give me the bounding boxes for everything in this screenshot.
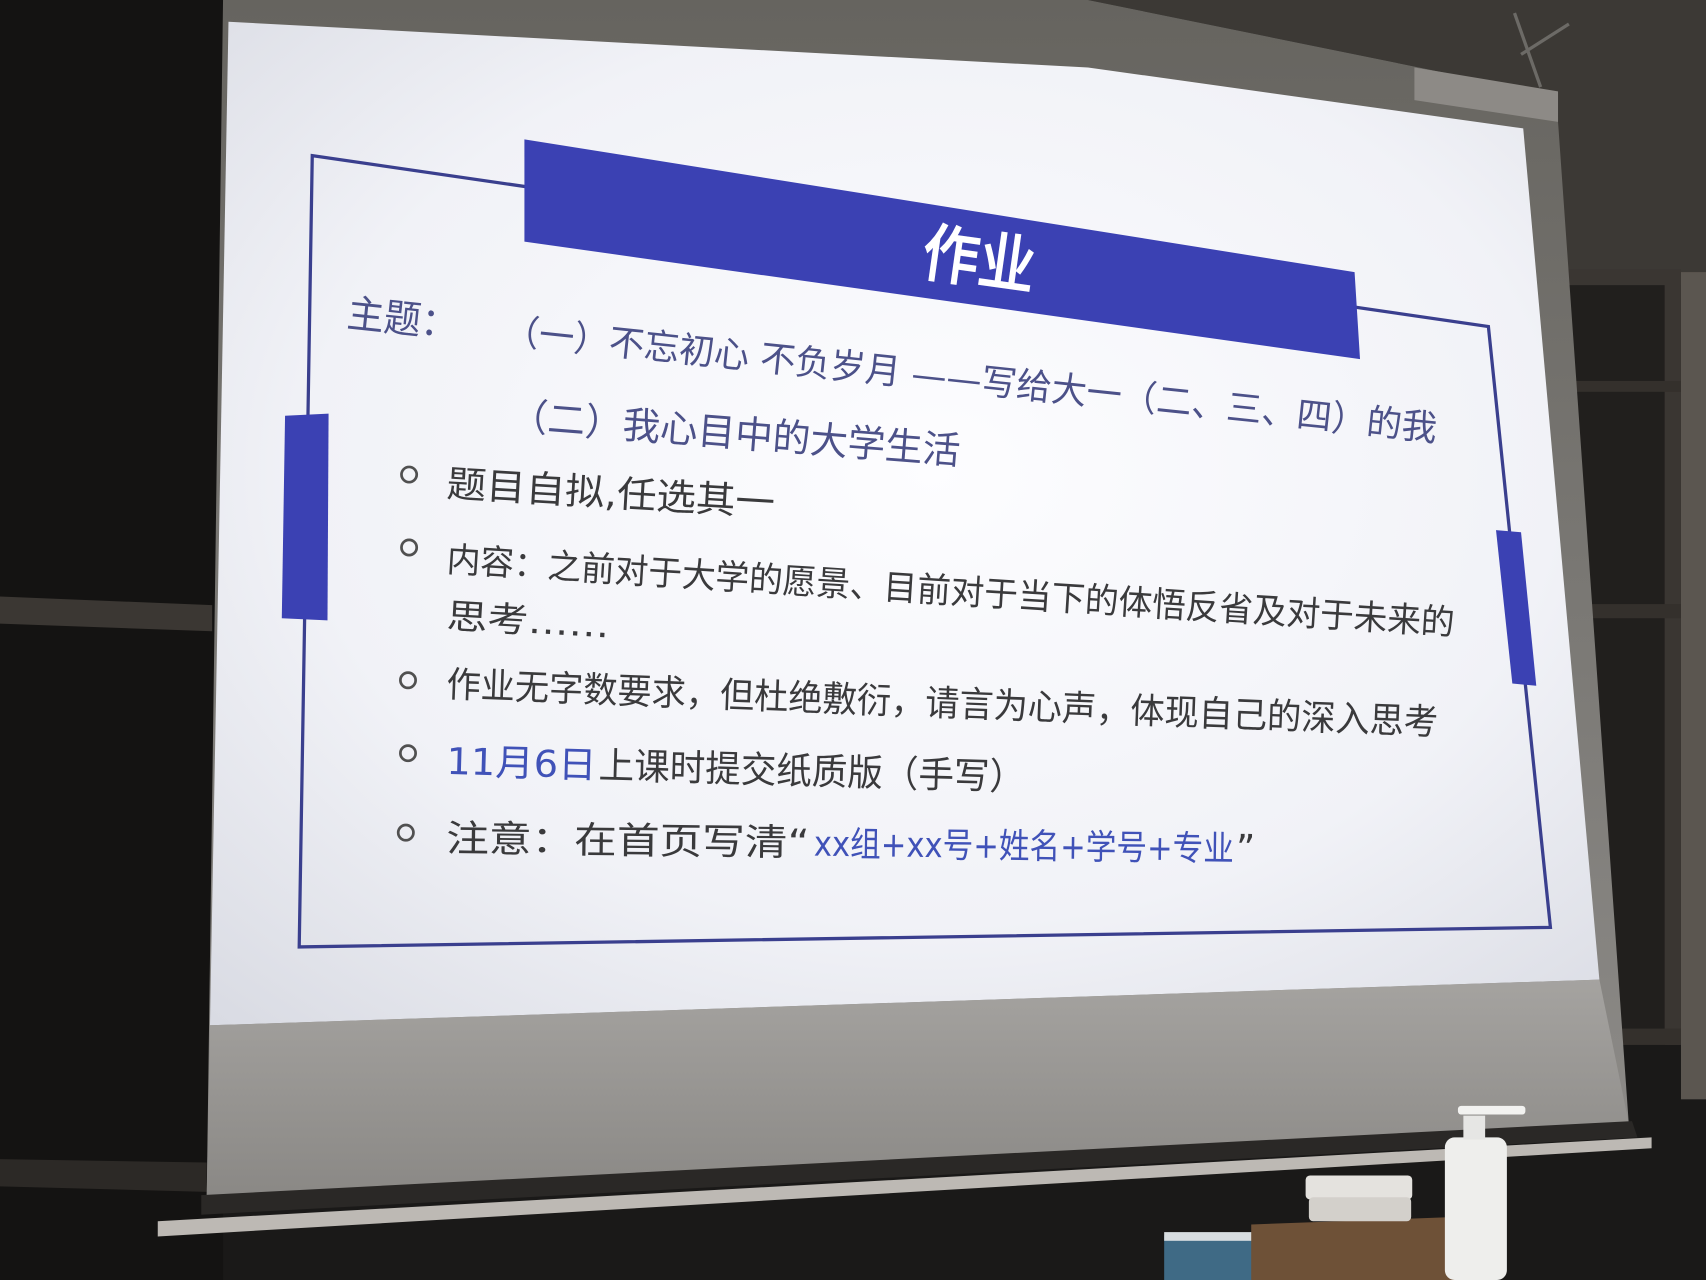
teal-box-top — [1164, 1232, 1254, 1241]
bullet-closing-quote: ” — [1236, 827, 1256, 870]
pump-bottle-nozzle — [1457, 1105, 1526, 1115]
cardboard-box — [1251, 1216, 1458, 1280]
pump-bottle-body — [1444, 1137, 1507, 1280]
left-wall-panel — [0, 0, 224, 1280]
right-wall-strip — [1680, 272, 1706, 1100]
teal-box — [1164, 1235, 1254, 1280]
pump-bottle-neck — [1463, 1115, 1486, 1140]
slide-title: 作业 — [918, 215, 1040, 304]
left-lower-ledge — [0, 1159, 207, 1192]
bullet-date-highlight: 11月6日 — [446, 740, 597, 787]
left-accent-bar — [281, 413, 329, 621]
photo-scene: 作业 主题： （一）不忘初心 不负岁月 ——写给大一（二、三、四）的我 （二）我… — [0, 0, 1706, 1280]
white-stack-top — [1305, 1175, 1413, 1200]
bullet-text: 注意：在首页写清“ — [446, 817, 810, 864]
bullet-format-highlight: xx组+xx号+姓名+学号+专业 — [814, 825, 1234, 870]
white-stack-bottom — [1308, 1197, 1412, 1222]
